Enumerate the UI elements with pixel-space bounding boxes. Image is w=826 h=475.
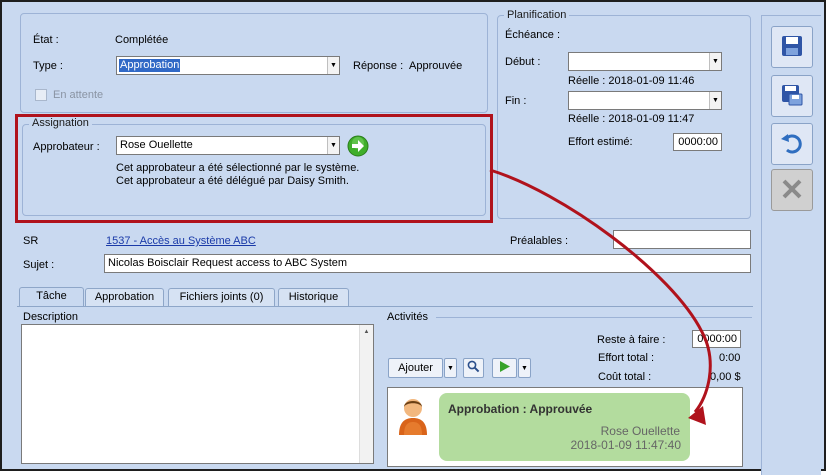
task-window: État : Complétée Type : Approbation ▼ Ré… (0, 0, 826, 475)
annotation-arrow (489, 168, 712, 425)
